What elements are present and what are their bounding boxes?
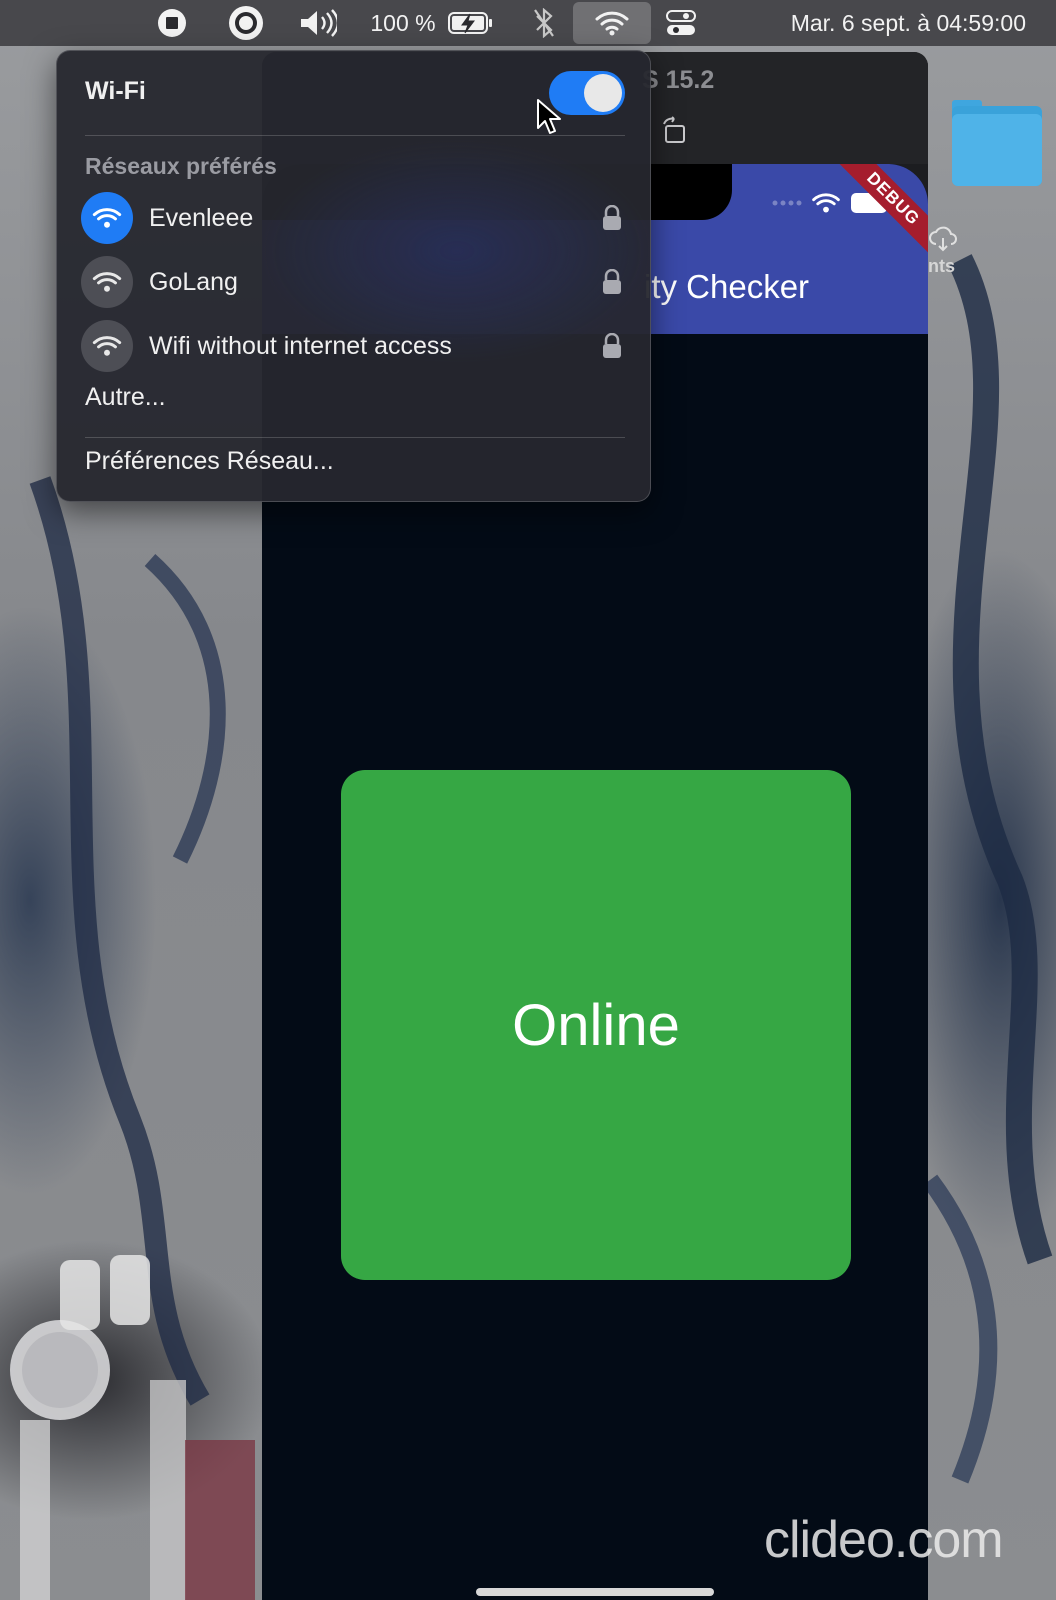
wifi-connected-icon — [81, 192, 133, 244]
watermark: clideo.com — [764, 1511, 1004, 1569]
network-item-wifi-without-internet[interactable]: Wifi without internet access — [81, 317, 631, 375]
datetime-text: Mar. 6 sept. à 04:59:00 — [790, 9, 1026, 36]
network-preferences-item[interactable]: Préférences Réseau... — [85, 447, 334, 476]
other-networks-item[interactable]: Autre... — [85, 383, 166, 412]
app-title: ity Checker — [644, 268, 810, 305]
battery-percentage: 100 % — [368, 0, 438, 46]
home-indicator[interactable] — [476, 1588, 714, 1596]
wifi-toggle-knob — [584, 74, 622, 112]
preferred-networks-label: Réseaux préférés — [85, 153, 277, 179]
wifi-icon — [81, 320, 133, 372]
connectivity-status-card: Online — [341, 770, 851, 1280]
record-icon[interactable] — [224, 0, 268, 46]
wifi-menubar-button[interactable] — [573, 2, 651, 44]
signal-dots-icon — [772, 200, 802, 206]
divider — [85, 437, 625, 438]
icloud-download-icon — [929, 226, 957, 252]
wifi-icon — [595, 11, 629, 36]
network-name: GoLang — [149, 267, 238, 296]
network-name: Evenleee — [149, 203, 254, 232]
wifi-icon — [81, 256, 133, 308]
battery-text: 100 % — [370, 9, 436, 36]
lock-icon — [603, 333, 621, 358]
rotate-icon[interactable] — [660, 116, 690, 146]
desktop-folder-label: nts — [928, 256, 955, 276]
clock[interactable]: Mar. 6 sept. à 04:59:00 — [726, 0, 1026, 46]
lock-icon — [603, 205, 621, 230]
network-item-golang[interactable]: GoLang — [81, 253, 631, 311]
wifi-menu-title: Wi-Fi — [85, 77, 146, 105]
control-center-icon[interactable] — [664, 0, 698, 46]
desktop-folder-icon[interactable] — [946, 96, 1046, 186]
network-name: Wifi without internet access — [149, 331, 452, 360]
simulator-title: S 15.2 — [642, 66, 715, 94]
network-item-evenleee[interactable]: Evenleee — [81, 189, 631, 247]
mouse-cursor-icon — [537, 99, 561, 134]
menu-bar: 100 % Mar. 6 sept. à 04:59:00 — [0, 0, 1056, 46]
stop-icon[interactable] — [152, 0, 192, 46]
volume-icon[interactable] — [296, 0, 340, 46]
bluetooth-off-icon[interactable] — [528, 0, 560, 46]
phone-wifi-icon — [812, 193, 840, 213]
lock-icon — [603, 269, 621, 294]
battery-charging-icon[interactable] — [446, 0, 496, 46]
connectivity-status-text: Online — [512, 992, 680, 1058]
